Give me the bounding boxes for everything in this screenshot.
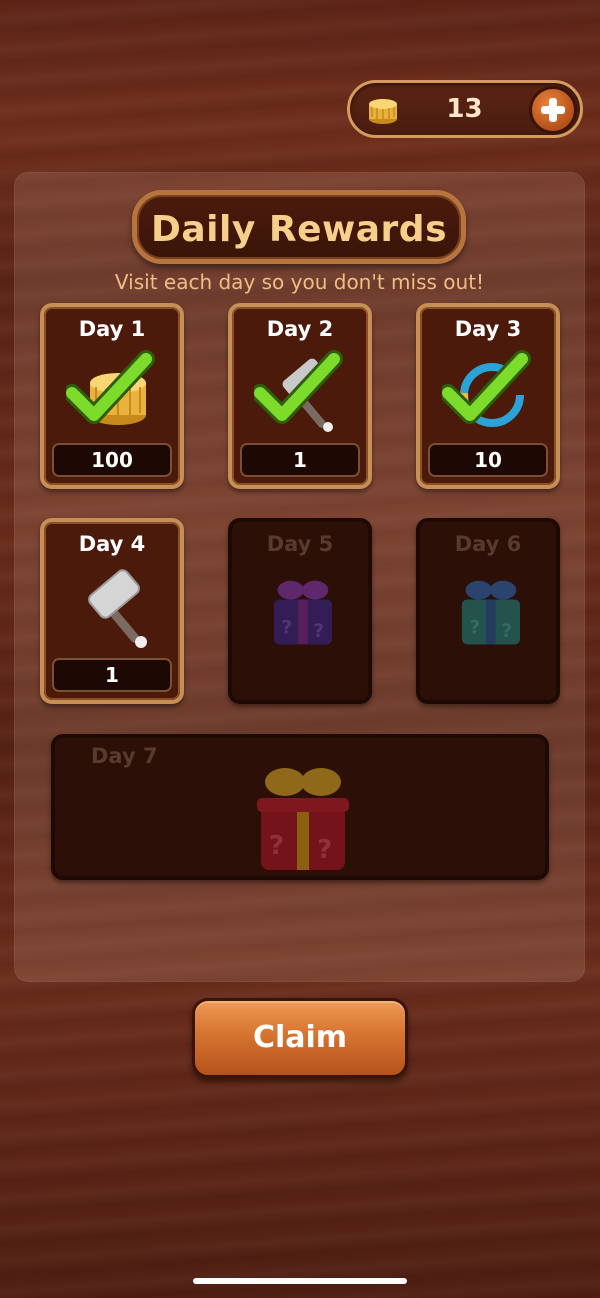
day-3-tile[interactable]: Day 3 10 [416,303,560,489]
red-gift-icon: ? ? [257,768,349,870]
claim-button[interactable]: Claim [192,998,408,1078]
svg-text:?: ? [313,621,324,642]
coin-stack-icon [369,99,397,124]
title-plate: Daily Rewards [132,190,466,264]
teal-gift-icon: ? ? [461,580,520,645]
reward-amount: 1 [52,658,172,692]
coin-count: 13 [446,94,483,124]
svg-text:?: ? [269,831,284,861]
subtitle: Visit each day so you don't miss out! [114,270,485,294]
day-label: Day 6 [454,532,522,556]
day-label: Day 5 [266,532,334,556]
day-label: Day 3 [454,317,522,341]
svg-text:?: ? [469,617,480,638]
svg-text:?: ? [281,617,292,638]
day-label: Day 2 [266,317,334,341]
day-label: Day 7 [91,744,158,768]
day-label: Day 1 [78,317,146,341]
reward-amount: 10 [428,443,548,477]
svg-text:?: ? [501,621,512,642]
reward-amount: 1 [240,443,360,477]
day-1-tile[interactable]: Day 1 100 [40,303,184,489]
day-5-tile[interactable]: Day 5 ? ? [228,518,372,704]
day-6-tile[interactable]: Day 6 ? ? [416,518,560,704]
add-coins-button[interactable] [529,86,577,134]
hammer-icon [88,569,147,648]
day-2-tile[interactable]: Day 2 1 [228,303,372,489]
day-label: Day 4 [78,532,146,556]
coin-counter: 13 [347,80,583,138]
day-7-tile[interactable]: Day 7 ? ? [51,734,549,880]
purple-gift-icon: ? ? [273,580,332,645]
page-title: Daily Rewards [151,209,447,250]
booster-icon [442,350,531,427]
home-indicator[interactable] [193,1278,407,1284]
coin-stack-icon [66,350,155,425]
reward-amount: 100 [52,443,172,477]
plus-icon [541,98,565,122]
hammer-icon [254,350,343,432]
svg-text:?: ? [317,835,332,865]
day-4-tile[interactable]: Day 4 1 [40,518,184,704]
